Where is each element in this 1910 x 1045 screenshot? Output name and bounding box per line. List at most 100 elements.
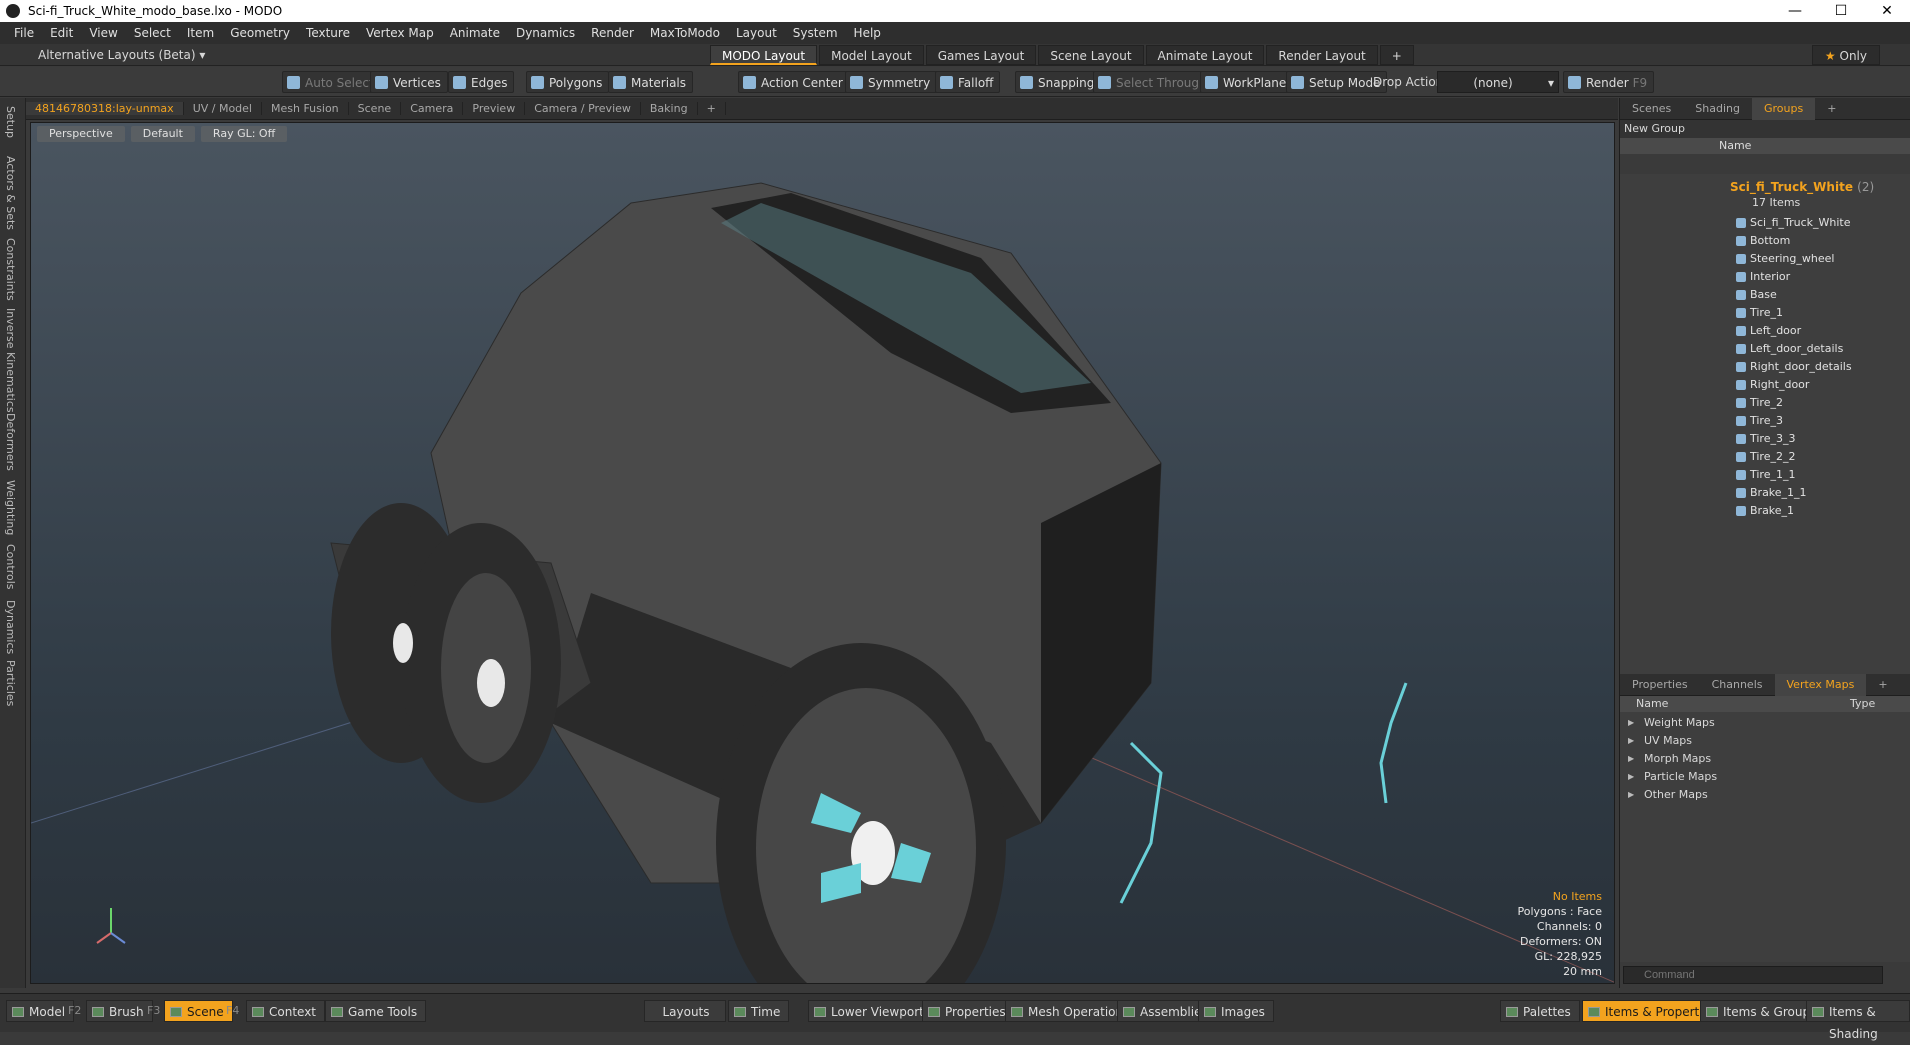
add-tab-button[interactable]: + <box>698 102 726 115</box>
menu-system[interactable]: System <box>785 26 846 40</box>
tab-baking[interactable]: Baking <box>641 102 698 115</box>
tab-properties[interactable]: Properties <box>1620 678 1700 691</box>
snapping-button[interactable]: Snapping <box>1015 71 1102 93</box>
tab-preview[interactable]: Preview <box>463 102 526 115</box>
alternative-layouts-dropdown[interactable]: Alternative Layouts (Beta) ▾ <box>38 48 205 62</box>
polygons-button[interactable]: Polygons <box>526 71 610 93</box>
tab-setup[interactable]: Setup <box>4 106 17 138</box>
list-item[interactable]: Tire_2_2 <box>1736 448 1795 466</box>
tab-games-layout[interactable]: Games Layout <box>925 45 1037 65</box>
items-shading-button[interactable]: Items & Shading <box>1806 1000 1910 1041</box>
list-item[interactable]: Tire_3_3 <box>1736 430 1795 448</box>
list-item[interactable]: Left_door_details <box>1736 340 1843 358</box>
vmap-particle-maps[interactable]: Particle Maps <box>1620 768 1910 786</box>
images-button[interactable]: Images <box>1198 1000 1274 1022</box>
tab-weighting[interactable]: Weighting <box>4 480 17 535</box>
tab-channels[interactable]: Channels <box>1700 678 1775 691</box>
tab-render-layout[interactable]: Render Layout <box>1266 45 1378 65</box>
tab-camera-preview[interactable]: Camera / Preview <box>525 102 641 115</box>
add-vmap-tab-button[interactable]: + <box>1866 678 1899 691</box>
tab-inverse-kinematics[interactable]: Inverse Kinematics <box>4 308 17 413</box>
tab-mesh-fusion[interactable]: Mesh Fusion <box>262 102 349 115</box>
action-center-button[interactable]: Action Center <box>738 71 850 93</box>
list-item[interactable]: Interior <box>1736 268 1790 286</box>
new-group-button[interactable]: New Group <box>1620 120 1910 138</box>
tab-shading[interactable]: Shading <box>1683 102 1752 115</box>
tab-animate-layout[interactable]: Animate Layout <box>1145 45 1265 65</box>
palettes-button[interactable]: Palettes <box>1500 1000 1580 1022</box>
menu-geometry[interactable]: Geometry <box>222 26 298 40</box>
drop-action-select[interactable]: (none) ▾ <box>1437 71 1559 93</box>
list-item[interactable]: Tire_2 <box>1736 394 1783 412</box>
list-item[interactable]: Base <box>1736 286 1777 304</box>
time-button[interactable]: Time <box>728 1000 790 1022</box>
tab-actors-sets[interactable]: Actors & Sets <box>4 156 17 230</box>
menu-item[interactable]: Item <box>179 26 222 40</box>
tab-vertex-maps[interactable]: Vertex Maps <box>1774 673 1867 696</box>
menu-select[interactable]: Select <box>126 26 179 40</box>
select-through-button[interactable]: Select Through <box>1093 71 1214 93</box>
tab-scene[interactable]: Scene <box>349 102 402 115</box>
only-filter-button[interactable]: ★ Only <box>1811 45 1880 65</box>
workplane-button[interactable]: WorkPlane <box>1200 71 1294 93</box>
group-root[interactable]: Sci_fi_Truck_White (2) <box>1730 180 1874 194</box>
3d-viewport[interactable]: Perspective Default Ray GL: Off No Items… <box>30 122 1615 984</box>
command-input[interactable] <box>1623 966 1883 984</box>
list-item[interactable]: Tire_1_1 <box>1736 466 1795 484</box>
tab-dynamics[interactable]: Dynamics <box>4 600 17 654</box>
context-button[interactable]: Context <box>246 1000 326 1022</box>
add-layout-button[interactable]: + <box>1379 45 1414 65</box>
close-button[interactable]: ✕ <box>1864 3 1910 19</box>
render-button[interactable]: Render F9 <box>1563 71 1655 93</box>
game-tools-button[interactable]: Game Tools <box>325 1000 427 1022</box>
tab-particles[interactable]: Particles <box>4 660 17 706</box>
vmap-morph-maps[interactable]: Morph Maps <box>1620 750 1910 768</box>
vmap-uv-maps[interactable]: UV Maps <box>1620 732 1910 750</box>
menu-layout[interactable]: Layout <box>728 26 785 40</box>
tab-constraints[interactable]: Constraints <box>4 238 17 301</box>
list-item[interactable]: Brake_1_1 <box>1736 484 1807 502</box>
scene-button[interactable]: Scene <box>164 1000 233 1022</box>
vmap-other-maps[interactable]: Other Maps <box>1620 786 1910 804</box>
brush-button[interactable]: Brush <box>86 1000 153 1022</box>
list-item[interactable]: Left_door <box>1736 322 1801 340</box>
tab-scenes[interactable]: Scenes <box>1620 102 1683 115</box>
auto-select-button[interactable]: Auto Select <box>282 71 381 93</box>
vertices-button[interactable]: Vertices <box>370 71 448 93</box>
list-item[interactable]: Right_door_details <box>1736 358 1852 376</box>
menu-render[interactable]: Render <box>583 26 642 40</box>
lower-viewports-button[interactable]: Lower Viewports <box>808 1000 940 1022</box>
menu-vertex-map[interactable]: Vertex Map <box>358 26 442 40</box>
tab-scene-layout[interactable]: Scene Layout <box>1038 45 1144 65</box>
list-item[interactable]: Steering_wheel <box>1736 250 1834 268</box>
materials-button[interactable]: Materials <box>608 71 694 93</box>
list-item[interactable]: Sci_fi_Truck_White <box>1736 214 1851 232</box>
menu-dynamics[interactable]: Dynamics <box>508 26 583 40</box>
minimize-button[interactable]: — <box>1772 3 1818 19</box>
list-item[interactable]: Tire_1 <box>1736 304 1783 322</box>
menu-view[interactable]: View <box>81 26 125 40</box>
tab-deformers[interactable]: Deformers <box>4 413 17 471</box>
tab-camera[interactable]: Camera <box>401 102 464 115</box>
list-item[interactable]: Tire_3 <box>1736 412 1783 430</box>
tab-uv-model[interactable]: UV / Model <box>184 102 262 115</box>
menu-animate[interactable]: Animate <box>442 26 508 40</box>
menu-file[interactable]: File <box>6 26 42 40</box>
properties-button[interactable]: Properties <box>922 1000 1015 1022</box>
list-item[interactable]: Bottom <box>1736 232 1790 250</box>
menu-edit[interactable]: Edit <box>42 26 81 40</box>
menu-help[interactable]: Help <box>846 26 889 40</box>
tab-model-layout[interactable]: Model Layout <box>819 45 924 65</box>
menu-texture[interactable]: Texture <box>298 26 358 40</box>
maximize-button[interactable]: ☐ <box>1818 3 1864 19</box>
model-button[interactable]: Model <box>6 1000 75 1022</box>
list-item[interactable]: Brake_1 <box>1736 502 1794 520</box>
tab-modo-layout[interactable]: MODO Layout <box>710 45 818 65</box>
symmetry-button[interactable]: Symmetry <box>845 71 938 93</box>
add-panel-tab-button[interactable]: + <box>1815 102 1848 115</box>
tab-controls[interactable]: Controls <box>4 544 17 590</box>
vmap-weight-maps[interactable]: Weight Maps <box>1620 714 1910 732</box>
list-item[interactable]: Right_door <box>1736 376 1809 394</box>
layouts-button[interactable]: Layouts <box>644 1000 726 1022</box>
tab-lay-unmax[interactable]: 48146780318:lay-unmax <box>26 102 184 115</box>
